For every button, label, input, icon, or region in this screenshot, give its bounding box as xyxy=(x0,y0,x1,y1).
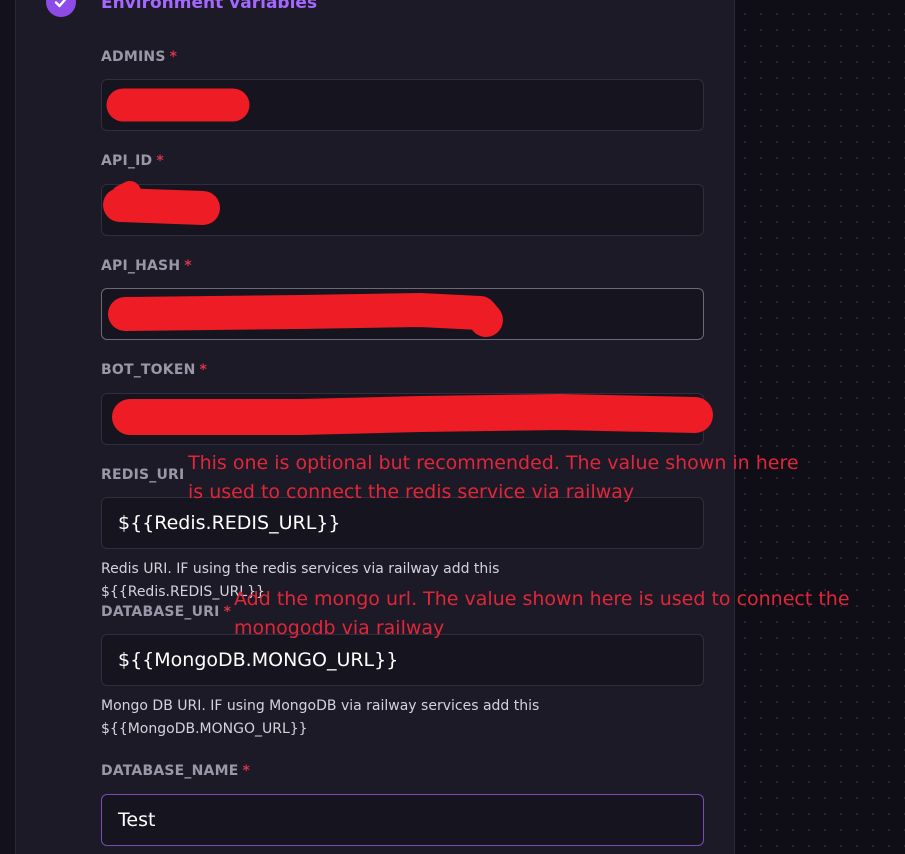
redis-annotation: This one is optional but recommended. Th… xyxy=(188,452,799,503)
api-hash-redaction xyxy=(108,293,503,337)
page: Environment variables ADMINS * API_ID * AP… xyxy=(0,0,905,854)
mongo-annotation: Add the mongo url. The value shown here … xyxy=(234,588,850,639)
redaction-scribbles xyxy=(103,88,713,435)
bot-token-redaction xyxy=(112,394,713,435)
api-id-redaction-top xyxy=(111,181,141,207)
api-id-redaction xyxy=(103,188,220,225)
